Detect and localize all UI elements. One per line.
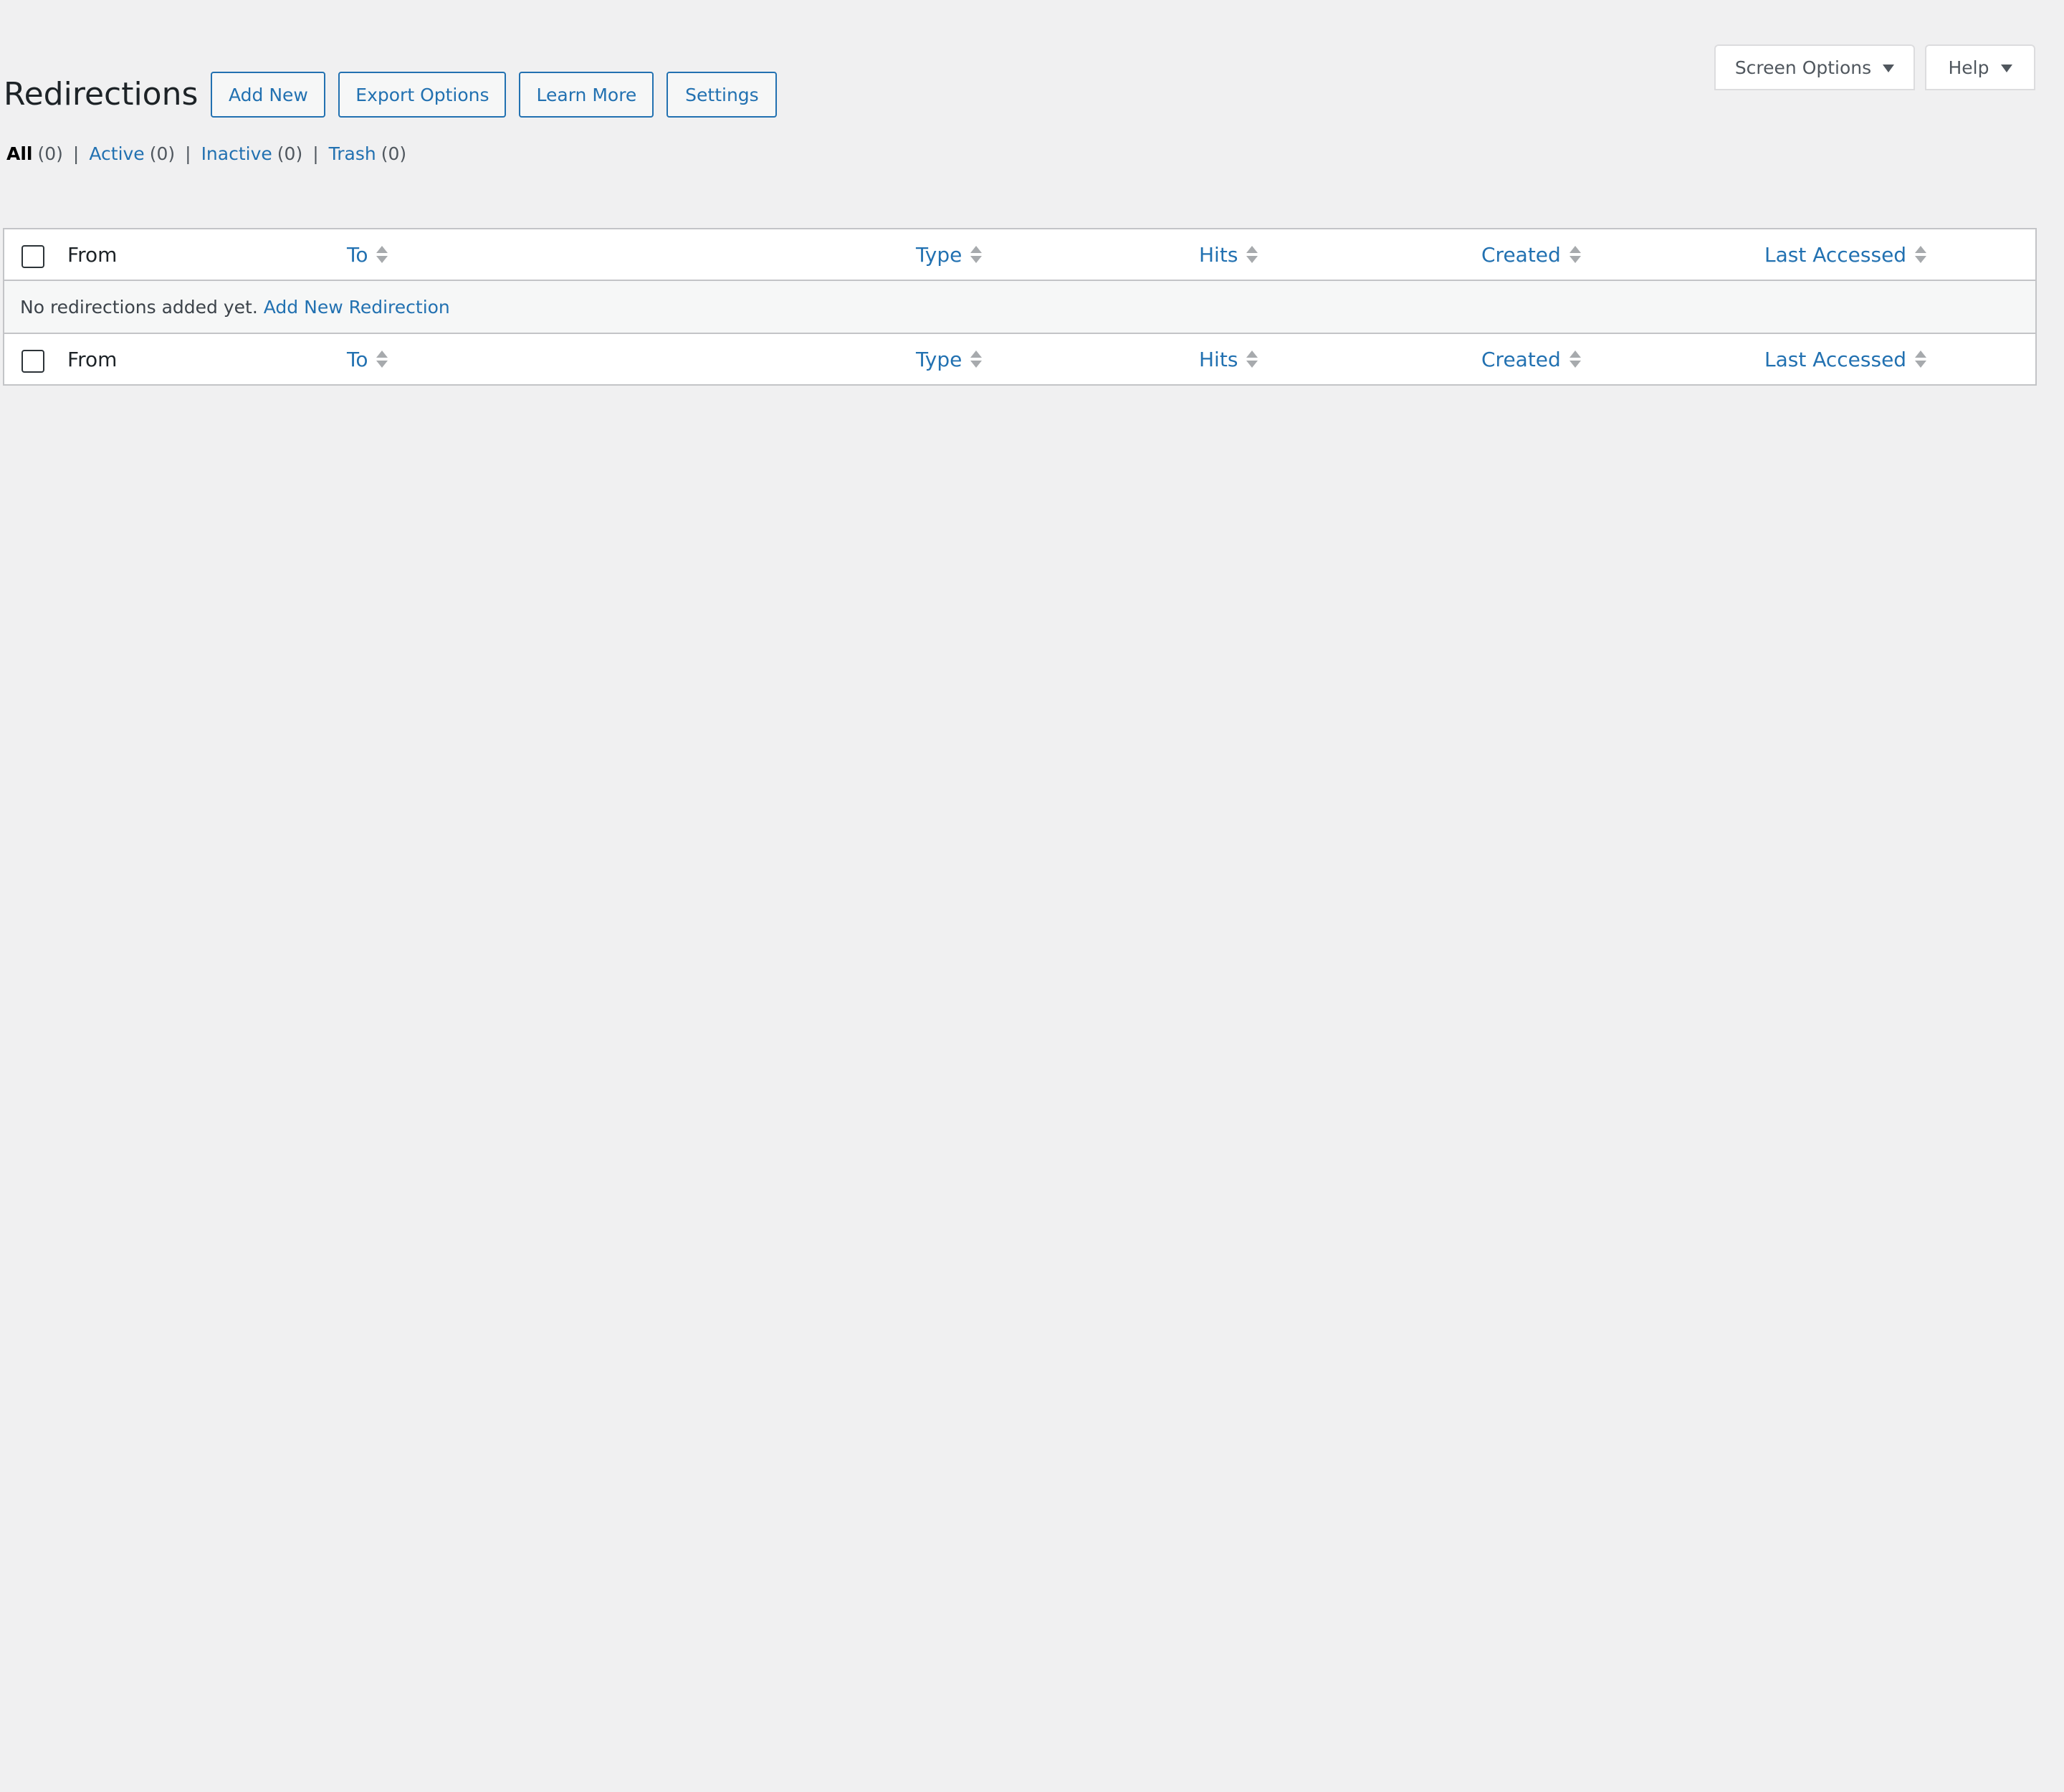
filter-separator: | [72, 143, 80, 164]
filter-active[interactable]: Active (0) [89, 143, 175, 164]
filter-inactive[interactable]: Inactive (0) [201, 143, 303, 164]
redirections-table: From To Type Hits Created Last Accessed … [3, 228, 2037, 386]
page-title: Redirections [4, 76, 199, 113]
column-to-label[interactable]: To [347, 348, 368, 371]
column-to-label[interactable]: To [347, 243, 368, 267]
column-from: From [67, 334, 117, 384]
column-created-sort[interactable]: Created [1481, 229, 1581, 280]
column-last-accessed-sort[interactable]: Last Accessed [1764, 229, 1927, 280]
sort-icon [376, 351, 388, 368]
filter-separator: | [312, 143, 319, 164]
column-hits-sort[interactable]: Hits [1199, 334, 1258, 384]
sort-icon [1569, 351, 1581, 368]
filter-inactive-link[interactable]: Inactive [201, 143, 272, 164]
filter-trash-count: (0) [381, 143, 407, 164]
column-hits-label[interactable]: Hits [1199, 348, 1238, 371]
filter-all-label[interactable]: All [6, 143, 33, 164]
column-last-accessed-sort[interactable]: Last Accessed [1764, 334, 1927, 384]
caret-down-icon [1883, 65, 1895, 72]
column-hits-label[interactable]: Hits [1199, 243, 1238, 267]
status-filters: All (0) | Active (0) | Inactive (0) | Tr… [6, 143, 406, 164]
no-items-row: No redirections added yet. Add New Redir… [4, 281, 2035, 333]
filter-inactive-count: (0) [277, 143, 303, 164]
add-new-redirection-link[interactable]: Add New Redirection [264, 297, 450, 318]
sort-icon [1915, 246, 1927, 263]
table-header-row: From To Type Hits Created Last Accessed [4, 229, 2035, 281]
settings-button[interactable]: Settings [666, 72, 778, 118]
export-options-button[interactable]: Export Options [338, 72, 507, 118]
sort-icon [1246, 351, 1258, 368]
screen-meta-links: Screen Options Help [1714, 44, 2035, 90]
column-created-label[interactable]: Created [1481, 348, 1561, 371]
column-hits-sort[interactable]: Hits [1199, 229, 1258, 280]
filter-all[interactable]: All (0) [6, 143, 63, 164]
column-last-accessed-label[interactable]: Last Accessed [1764, 243, 1906, 267]
column-to-sort[interactable]: To [347, 229, 388, 280]
select-all-checkbox-footer[interactable] [22, 350, 44, 373]
screen-options-button[interactable]: Screen Options [1714, 44, 1915, 90]
help-label: Help [1948, 57, 1989, 78]
filter-all-count: (0) [37, 143, 63, 164]
column-created-label[interactable]: Created [1481, 243, 1561, 267]
sort-icon [970, 246, 983, 263]
help-button[interactable]: Help [1925, 44, 2035, 90]
column-created-sort[interactable]: Created [1481, 334, 1581, 384]
page-heading: Redirections Add New Export Options Lear… [4, 72, 790, 118]
column-from-label: From [67, 347, 118, 371]
sort-icon [1246, 246, 1258, 263]
add-new-button[interactable]: Add New [211, 72, 326, 118]
filter-separator: | [185, 143, 191, 164]
filter-trash[interactable]: Trash (0) [329, 143, 407, 164]
caret-down-icon [2000, 65, 2012, 72]
filter-trash-link[interactable]: Trash [329, 143, 376, 164]
filter-active-link[interactable]: Active [89, 143, 144, 164]
learn-more-button[interactable]: Learn More [519, 72, 654, 118]
column-to-sort[interactable]: To [347, 334, 388, 384]
column-type-sort[interactable]: Type [916, 229, 983, 280]
column-from: From [67, 229, 117, 280]
column-from-label: From [67, 242, 118, 267]
filter-active-count: (0) [149, 143, 176, 164]
column-type-label[interactable]: Type [916, 348, 962, 371]
sort-icon [376, 246, 388, 263]
sort-icon [1915, 351, 1927, 368]
empty-message: No redirections added yet. [20, 296, 258, 318]
screen-options-label: Screen Options [1734, 57, 1872, 78]
column-last-accessed-label[interactable]: Last Accessed [1764, 348, 1906, 371]
column-type-sort[interactable]: Type [916, 334, 983, 384]
sort-icon [1569, 246, 1581, 263]
table-footer-row: From To Type Hits Created Last Accessed [4, 333, 2035, 384]
select-all-checkbox[interactable] [22, 245, 44, 268]
column-type-label[interactable]: Type [916, 243, 962, 267]
sort-icon [970, 351, 983, 368]
